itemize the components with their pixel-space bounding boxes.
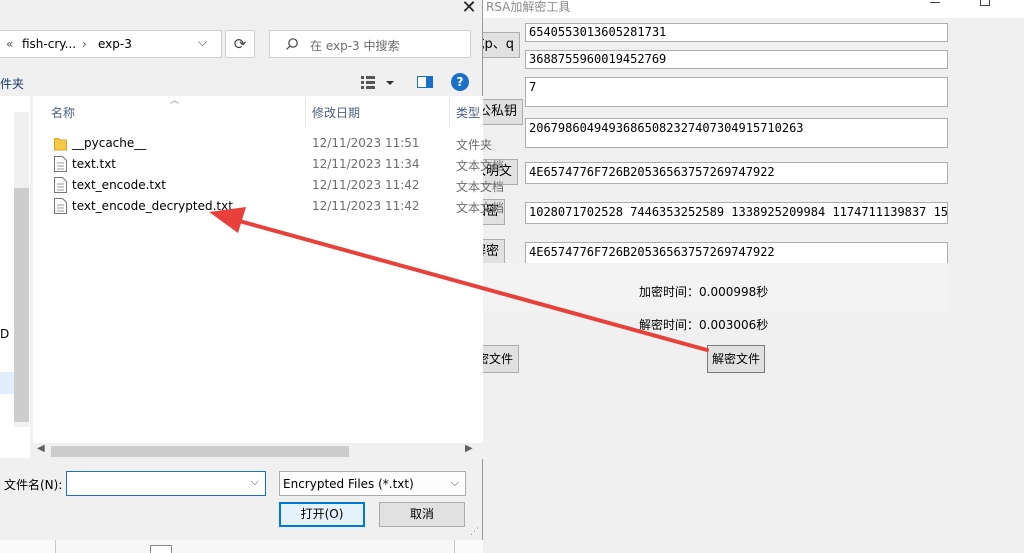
annotation-arrow	[209, 207, 709, 352]
